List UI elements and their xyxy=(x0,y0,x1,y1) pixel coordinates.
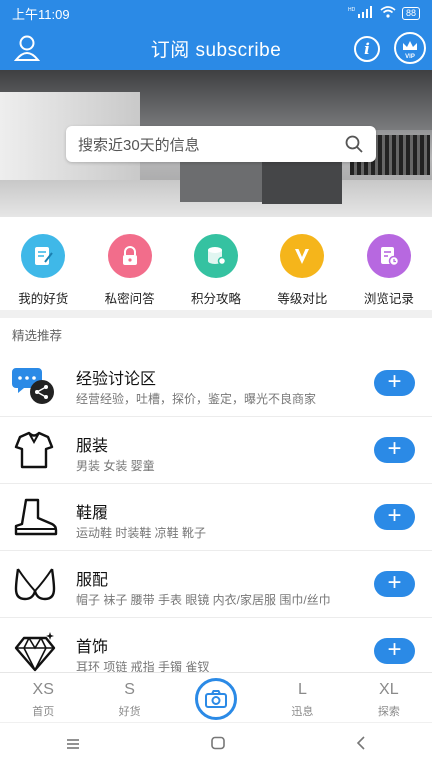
list-item[interactable]: 经验讨论区 经营经验，吐槽，探价，鉴定，曝光不良商家 + xyxy=(0,350,432,417)
quick-link-private-qa[interactable]: 私密问答 xyxy=(86,226,172,308)
category-title: 首饰 xyxy=(76,639,109,656)
bra-icon xyxy=(12,563,58,607)
quick-link-my-goods[interactable]: 我的好货 xyxy=(0,226,86,308)
category-title: 鞋履 xyxy=(76,505,109,522)
tab-label: 首页 xyxy=(32,706,55,718)
tab-home[interactable]: XS 首页 xyxy=(0,673,86,722)
boot-icon xyxy=(12,496,58,540)
category-desc: 经营经验，吐槽，探价，鉴定，曝光不良商家 xyxy=(76,392,317,406)
quick-link-label: 浏览记录 xyxy=(363,292,414,306)
diamond-icon xyxy=(12,630,58,674)
tab-explore[interactable]: XL 探索 xyxy=(346,673,432,722)
search-placeholder: 搜索近30天的信息 xyxy=(78,136,200,154)
category-title: 经验讨论区 xyxy=(76,371,157,388)
wifi-icon xyxy=(380,5,396,21)
lock-icon xyxy=(107,234,152,278)
category-title: 服装 xyxy=(76,438,109,455)
camera-icon[interactable] xyxy=(195,677,238,720)
app-bar: 订阅 subscribe i VIP xyxy=(0,26,432,70)
add-button[interactable]: + xyxy=(374,504,415,530)
category-desc: 运动鞋 时装鞋 凉鞋 靴子 xyxy=(76,526,207,540)
banner-counter-dark xyxy=(262,162,342,204)
history-doc-icon xyxy=(366,234,411,278)
shirt-icon xyxy=(12,429,58,473)
category-desc: 男装 女装 婴童 xyxy=(76,459,155,473)
list-item[interactable]: 鞋履 运动鞋 时装鞋 凉鞋 靴子 + xyxy=(0,484,432,551)
tab-label: 迅息 xyxy=(291,706,314,718)
notepad-icon xyxy=(21,234,66,278)
category-title: 服配 xyxy=(76,572,109,589)
tab-key: S xyxy=(124,681,135,698)
tab-camera[interactable] xyxy=(173,673,259,722)
search-icon[interactable] xyxy=(344,134,364,154)
tab-key: XS xyxy=(32,681,54,698)
add-button[interactable]: + xyxy=(374,571,415,597)
info-icon[interactable]: i xyxy=(354,36,380,62)
chat-share-icon xyxy=(12,362,58,406)
tab-key: XL xyxy=(379,681,399,698)
list-item[interactable]: 服配 帽子 袜子 腰带 手表 眼镜 内衣/家居服 围巾/丝巾 + xyxy=(0,551,432,618)
tab-label: 探索 xyxy=(377,706,400,718)
bottom-tab-bar: XS 首页 S 好货 L 迅息 XL 探索 xyxy=(0,672,432,722)
banner-counter xyxy=(180,162,270,202)
section-divider xyxy=(0,310,432,318)
quick-links: 我的好货 私密问答 积分攻略 等级对比 浏览记录 xyxy=(0,226,432,308)
quick-link-label: 我的好货 xyxy=(18,292,69,306)
add-button[interactable]: + xyxy=(374,638,415,664)
quick-link-label: 积分攻略 xyxy=(191,292,242,306)
profile-icon[interactable] xyxy=(13,34,41,62)
home-nav-icon[interactable] xyxy=(210,736,226,755)
status-bar: 上午11:09 HD 88 xyxy=(0,0,432,26)
tab-key: L xyxy=(297,681,307,698)
database-icon xyxy=(194,234,239,278)
add-button[interactable]: + xyxy=(374,370,415,396)
section-label: 精选推荐 xyxy=(12,329,63,343)
system-nav-bar xyxy=(0,722,432,768)
quick-link-level-compare[interactable]: 等级对比 xyxy=(259,226,345,308)
search-input[interactable]: 搜索近30天的信息 xyxy=(66,126,376,162)
page-title: 订阅 subscribe xyxy=(150,39,282,61)
tab-goods[interactable]: S 好货 xyxy=(86,673,172,722)
category-list: 经验讨论区 经营经验，吐槽，探价，鉴定，曝光不良商家 + 服装 男装 女装 婴童… xyxy=(0,350,432,685)
back-nav-icon[interactable] xyxy=(355,736,367,755)
tab-news[interactable]: L 迅息 xyxy=(259,673,345,722)
quick-link-points[interactable]: 积分攻略 xyxy=(173,226,259,308)
quick-link-label: 私密问答 xyxy=(104,292,155,306)
signal-hd-text: HD xyxy=(348,7,356,13)
vip-label: VIP xyxy=(405,54,415,60)
add-button[interactable]: + xyxy=(374,437,415,463)
battery-icon: 88 xyxy=(401,6,420,20)
quick-link-history[interactable]: 浏览记录 xyxy=(346,226,432,308)
signal-icon: HD xyxy=(348,5,374,21)
status-icons: HD 88 xyxy=(348,5,420,21)
quick-link-label: 等级对比 xyxy=(277,292,328,306)
menu-nav-icon[interactable] xyxy=(65,737,81,755)
list-item[interactable]: 服装 男装 女装 婴童 + xyxy=(0,417,432,484)
vip-crown-icon[interactable]: VIP xyxy=(394,32,426,64)
tab-label: 好货 xyxy=(118,706,141,718)
status-time: 上午11:09 xyxy=(12,6,70,22)
category-desc: 帽子 袜子 腰带 手表 眼镜 内衣/家居服 围巾/丝巾 xyxy=(76,593,331,607)
v-badge-icon xyxy=(280,234,325,278)
